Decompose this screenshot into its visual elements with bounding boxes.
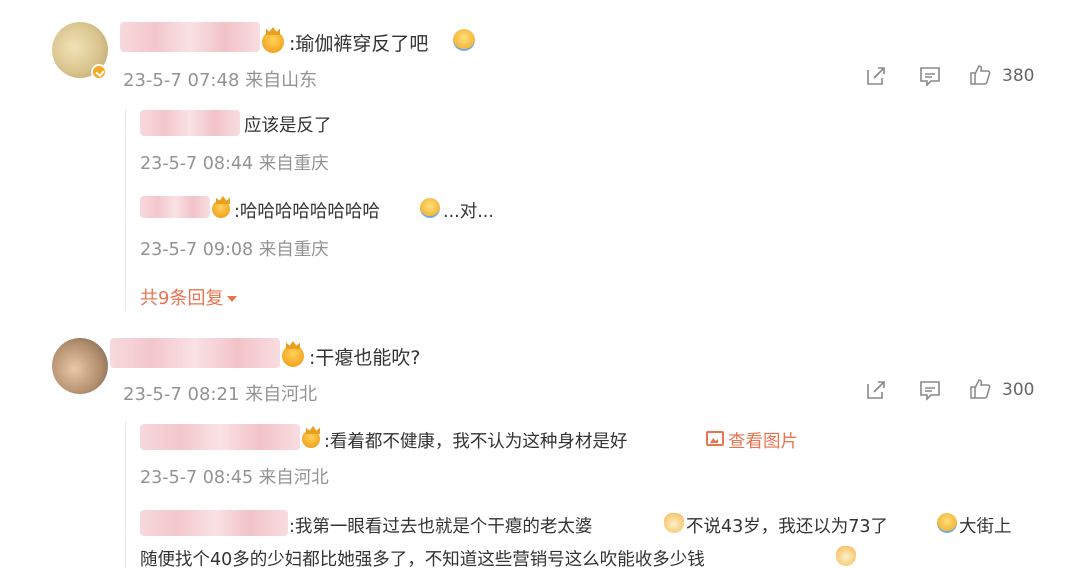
reply-text: 不说43岁，我还以为73了	[686, 517, 889, 537]
crown-emoji-icon	[282, 345, 304, 367]
thumbs-up-icon[interactable]	[968, 377, 992, 401]
like-count: 300	[1002, 380, 1035, 400]
reply-text: :看着都不健康，我不认为这种身材是好	[324, 432, 628, 452]
laugh-cry-emoji-icon	[937, 513, 957, 533]
username-blurred[interactable]	[110, 338, 280, 368]
cat-face-emoji-icon	[664, 513, 684, 533]
reply-text: 大街上	[959, 517, 1012, 537]
comment-text: :干瘪也能吹?	[309, 347, 421, 369]
comment-2: :干瘪也能吹? 23-5-7 08:21 来自河北 300 :看着都不健康，我不…	[0, 0, 1080, 568]
cat-face-emoji-icon	[836, 546, 856, 566]
reply-meta: 23-5-7 08:45 来自河北	[140, 468, 329, 488]
reply-username-blurred[interactable]	[140, 510, 288, 536]
reply-text: :我第一眼看过去也就是个干瘪的老太婆	[289, 517, 593, 537]
avatar[interactable]	[52, 338, 108, 394]
crown-emoji-icon	[302, 430, 320, 448]
view-image-link[interactable]: 查看图片	[728, 428, 798, 453]
reply-text-line2: 随便找个40多的少妇都比她强多了，不知道这些营销号这么吹能收多少钱	[140, 550, 705, 568]
reply-thread-line	[125, 422, 126, 568]
share-icon[interactable]	[864, 378, 888, 402]
comment-meta: 23-5-7 08:21 来自河北	[123, 384, 318, 405]
image-icon[interactable]	[706, 431, 724, 446]
reply-username-blurred[interactable]	[140, 424, 300, 450]
comment-icon[interactable]	[918, 378, 942, 402]
